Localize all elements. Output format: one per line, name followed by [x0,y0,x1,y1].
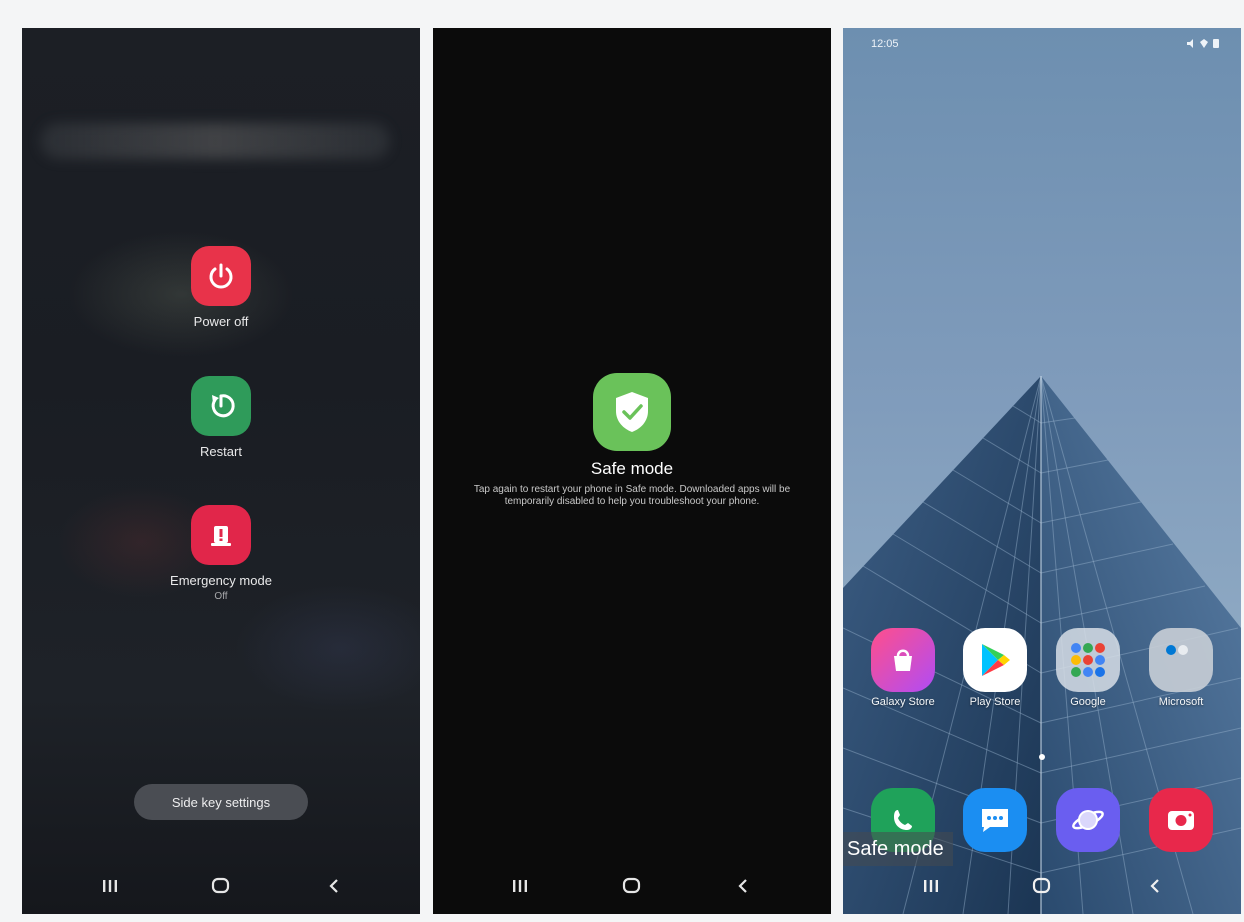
camera-icon [1149,788,1213,852]
mute-icon [1187,38,1193,48]
battery-icon [1213,39,1219,48]
navigation-bar [433,858,831,914]
status-icons [1186,38,1219,48]
back-icon[interactable] [314,872,354,900]
power-menu-screen: Power off Restart Emergency mode Off Sid… [22,28,420,914]
galaxy-store-icon [871,628,935,692]
power-off-label: Power off [193,314,249,329]
building-wallpaper [843,375,1241,914]
app-folder-google[interactable]: Google [1043,628,1133,708]
emergency-mode-label: Emergency mode [170,573,272,588]
side-key-settings-button[interactable]: Side key settings [134,784,308,820]
google-folder-icon [1056,628,1120,692]
browser-icon [1056,788,1120,852]
recents-icon[interactable] [90,872,130,900]
home-screen: 12:05 Galaxy Store Play Store Google Mic… [843,28,1241,914]
blurred-notification-bar [40,123,390,159]
power-off-option[interactable]: Power off [22,246,420,329]
power-icon[interactable] [191,246,251,306]
home-icon[interactable] [1022,872,1062,900]
app-label: Google [1070,696,1106,708]
wifi-icon [1200,38,1208,48]
app-label: Galaxy Store [871,696,935,708]
app-label: Play Store [969,696,1021,708]
app-folder-microsoft[interactable]: Microsoft [1136,628,1226,708]
home-icon[interactable] [201,872,241,900]
recents-icon[interactable] [911,872,951,900]
restart-option[interactable]: Restart [22,376,420,459]
dock-internet[interactable] [1043,788,1133,852]
shield-check-icon[interactable] [593,373,671,451]
app-galaxy-store[interactable]: Galaxy Store [858,628,948,708]
emergency-icon[interactable] [191,505,251,565]
dock-messages[interactable] [950,788,1040,852]
safe-mode-description: Tap again to restart your phone in Safe … [473,484,791,507]
status-time: 12:05 [871,38,899,50]
status-bar: 12:05 [843,36,1241,56]
play-store-icon [963,628,1027,692]
emergency-mode-option[interactable]: Emergency mode Off [22,505,420,602]
page-indicator-dot [1039,754,1045,760]
navigation-bar [22,858,420,914]
recents-icon[interactable] [500,872,540,900]
back-icon[interactable] [1135,872,1175,900]
safe-mode-prompt-screen: Safe mode Tap again to restart your phon… [433,28,831,914]
safe-mode-option[interactable]: Safe mode Tap again to restart your phon… [433,373,831,508]
restart-icon[interactable] [191,376,251,436]
messages-icon [963,788,1027,852]
app-play-store[interactable]: Play Store [950,628,1040,708]
navigation-bar [843,858,1241,914]
home-icon[interactable] [612,872,652,900]
restart-label: Restart [200,444,242,459]
app-label: Microsoft [1158,696,1204,708]
microsoft-folder-icon [1149,628,1213,692]
safe-mode-title: Safe mode [590,459,674,478]
back-icon[interactable] [723,872,763,900]
emergency-mode-status: Off [214,591,228,602]
dock-camera[interactable] [1136,788,1226,852]
